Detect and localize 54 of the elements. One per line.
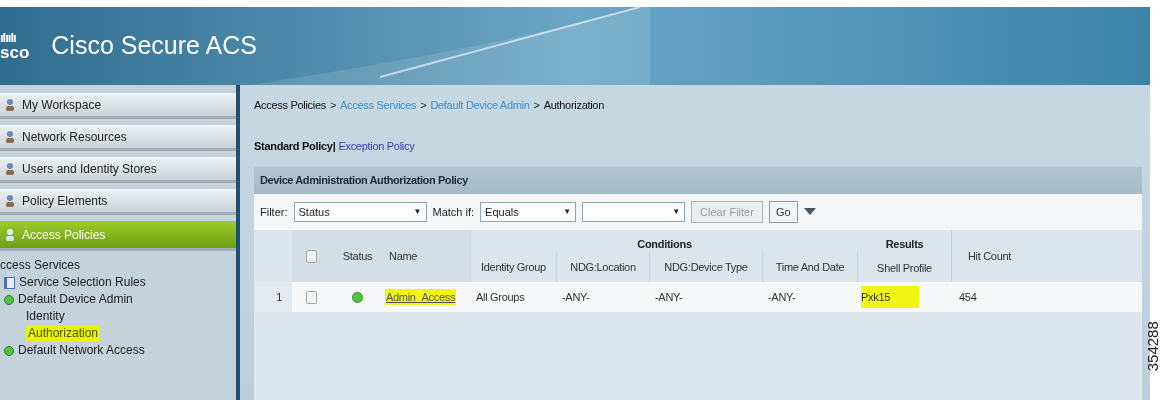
- column-header: Status: [330, 230, 385, 282]
- nav-item[interactable]: Policy Elements: [0, 189, 236, 215]
- match-dropdown[interactable]: Equals ▼: [480, 202, 577, 222]
- breadcrumb-separator: >: [533, 97, 540, 113]
- column-group-header: Results: [885, 236, 924, 252]
- nav-item[interactable]: Network Resources: [0, 125, 236, 151]
- dropdown-caret-icon: ▼: [672, 206, 681, 218]
- breadcrumb-separator: >: [329, 97, 337, 113]
- tree-item[interactable]: ccess Services: [0, 257, 81, 274]
- logo-text: sco: [0, 44, 30, 61]
- value-dropdown[interactable]: ▼: [582, 202, 686, 222]
- table-cell-text: -ANY-: [654, 289, 684, 305]
- breadcrumb-separator: >: [420, 97, 427, 113]
- column-group-header: Conditions: [636, 236, 693, 252]
- dropdown-caret-icon: ▼: [563, 206, 572, 218]
- tree-item[interactable]: Default Network Access: [18, 342, 145, 359]
- tree-item[interactable]: Service Selection Rules: [19, 274, 146, 291]
- table-cell-text: -ANY-: [767, 289, 797, 305]
- column-header: Name: [385, 230, 470, 282]
- nav-icon: [4, 97, 16, 112]
- app-title: Cisco Secure ACS: [51, 30, 257, 62]
- nav-icon: [4, 161, 16, 176]
- dropdown-caret-icon: ▼: [413, 206, 422, 218]
- table-cell: Pxk15: [861, 286, 919, 308]
- table-cell-text: 454: [958, 289, 978, 305]
- select-all-checkbox[interactable]: [305, 249, 317, 263]
- tree-item[interactable]: Authorization: [26, 325, 101, 342]
- table-cell-text: -ANY-: [561, 289, 591, 305]
- row-checkbox[interactable]: [305, 290, 317, 304]
- nav-icon: [4, 193, 16, 208]
- policy-tab[interactable]: Exception Policy: [338, 137, 415, 155]
- nav-item[interactable]: Users and Identity Stores: [0, 157, 236, 183]
- rules-icon: [4, 276, 15, 289]
- breadcrumb-text: Authorization: [543, 97, 604, 113]
- nav-item[interactable]: My Workspace: [0, 93, 236, 119]
- column-header: Shell Profile: [877, 261, 932, 276]
- logo-mark: ılıılı: [0, 31, 16, 44]
- card-title: Device Administration Authorization Policy: [254, 167, 1142, 194]
- filter-label: Filter:: [260, 204, 288, 220]
- policy-tab[interactable]: Standard Policy|: [254, 137, 336, 155]
- figure-number: 354288: [1142, 321, 1162, 372]
- tree-item[interactable]: Default Device Admin: [18, 291, 133, 308]
- rule-name-link[interactable]: Admin_Access: [385, 288, 457, 306]
- table-cell-text: All Groups: [475, 289, 526, 305]
- nav-icon: [4, 227, 16, 242]
- row-number: 1: [254, 282, 292, 312]
- match-label: Match if:: [432, 204, 475, 220]
- go-button[interactable]: Go: [768, 201, 798, 223]
- filter-dropdown[interactable]: Status ▼: [293, 202, 427, 222]
- menu-caret-icon[interactable]: [803, 208, 816, 216]
- breadcrumb-text: Access Policies: [254, 97, 326, 113]
- nav-icon: [4, 129, 16, 144]
- tree-item[interactable]: Identity: [26, 308, 65, 325]
- column-header: Hit Count: [966, 248, 1013, 264]
